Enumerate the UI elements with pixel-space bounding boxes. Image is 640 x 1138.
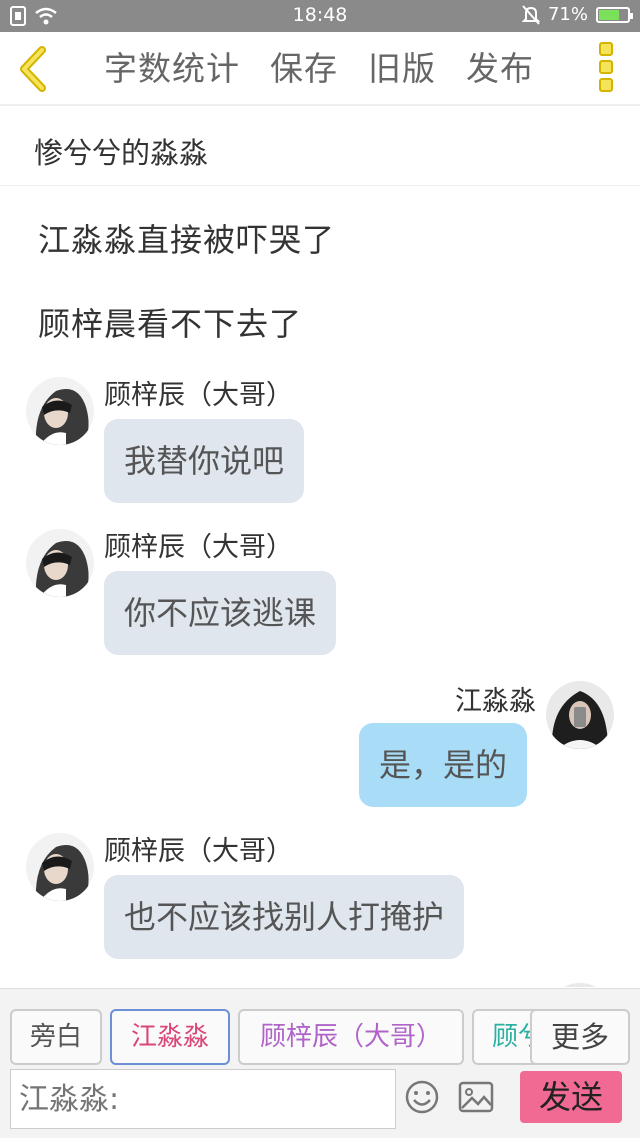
composer-panel: 旁白 江淼淼 顾梓辰（大哥） 顾兮 更多 发送 [0,988,640,1138]
status-bar: 18:48 71% [0,0,640,32]
chapter-title: 惨兮兮的淼淼 [34,136,209,170]
message-input[interactable] [10,1069,396,1129]
speaker-name: 顾梓辰（大哥） [104,532,293,563]
vertical-dots-icon [594,42,618,92]
back-button[interactable] [14,46,54,92]
message-bubble[interactable]: 你不应该逃课 [104,571,337,655]
avatar[interactable] [546,681,614,749]
battery-percent: 71% [547,4,588,25]
publish-button[interactable]: 发布 [466,44,534,94]
story-content[interactable]: 江淼淼直接被吓哭了 顾梓晨看不下去了 顾梓辰（大哥） 我替你说吧 顾梓辰（大哥）… [0,187,640,987]
message-bubble[interactable]: 我替你说吧 [104,419,305,503]
narration-line: 江淼淼直接被吓哭了 [38,221,336,259]
old-version-button[interactable]: 旧版 [368,44,436,94]
avatar[interactable] [546,983,614,987]
chevron-left-icon [20,46,46,92]
chapter-title-bar[interactable]: 惨兮兮的淼淼 [0,108,640,186]
send-button[interactable]: 发送 [520,1071,622,1123]
save-button[interactable]: 保存 [270,44,338,94]
speaker-name: 江淼淼 [455,686,536,717]
battery-icon [596,6,633,23]
image-button[interactable] [458,1081,494,1113]
narration-line: 顾梓晨看不下去了 [38,305,303,343]
silent-bell-icon [521,4,540,25]
word-count-button[interactable]: 字数统计 [104,44,240,94]
emoji-button[interactable] [404,1079,440,1115]
speaker-name: 顾梓辰（大哥） [104,380,293,411]
message-bubble[interactable]: 也不应该找别人打掩护 [104,875,465,959]
message-bubble[interactable]: 是，是的 [359,723,528,807]
role-chip-narrator[interactable]: 旁白 [10,1009,102,1065]
input-row: 发送 [0,1069,640,1131]
smiley-icon [405,1080,439,1114]
image-icon [458,1081,494,1113]
more-roles-button[interactable]: 更多 [530,1009,630,1065]
role-chip-gu-eldest[interactable]: 顾梓辰（大哥） [238,1009,464,1065]
toolbar-actions: 字数统计 保存 旧版 发布 [104,44,564,94]
role-chip-jiang[interactable]: 江淼淼 [110,1009,230,1065]
more-menu-button[interactable] [594,42,618,98]
avatar[interactable] [26,377,94,445]
top-toolbar: 字数统计 保存 旧版 发布 [0,32,640,106]
avatar[interactable] [26,529,94,597]
speaker-name: 顾梓辰（大哥） [104,836,293,867]
avatar[interactable] [26,833,94,901]
